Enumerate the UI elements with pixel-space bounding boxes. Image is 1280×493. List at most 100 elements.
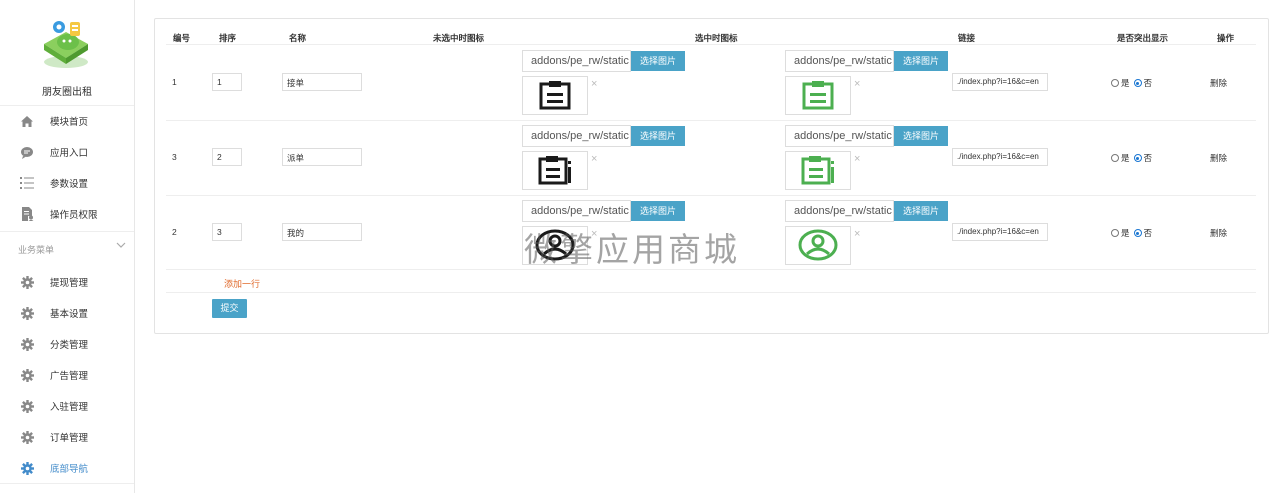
- pick-selected-image-button[interactable]: 选择图片: [894, 201, 948, 221]
- chat-bubble-icon: [20, 145, 34, 159]
- icon-selected-path-input[interactable]: addons/pe_rw/static: [785, 50, 894, 72]
- radio-no-label: 否: [1143, 153, 1153, 163]
- sidebar-menu-item-label: 提现管理: [50, 278, 89, 289]
- app-name: 朋友圈出租: [42, 87, 92, 98]
- radio-yes[interactable]: [1111, 154, 1119, 162]
- remove-selected-image-icon[interactable]: ×: [854, 228, 860, 240]
- highlight-radio-group: 是否: [1111, 77, 1152, 89]
- name-input[interactable]: 派单: [282, 148, 362, 166]
- link-input[interactable]: ./index.php?i=16&c=en: [952, 73, 1048, 91]
- pick-unselected-image-button[interactable]: 选择图片: [631, 51, 685, 71]
- icon-unselected-path-input[interactable]: addons/pe_rw/static: [522, 200, 631, 222]
- delete-row-link[interactable]: 删除: [1210, 152, 1227, 164]
- header-divider: [166, 44, 1256, 45]
- radio-no[interactable]: [1133, 154, 1142, 162]
- sidebar-item-operator-permissions[interactable]: 操作员权限: [0, 200, 134, 228]
- delete-row-link[interactable]: 删除: [1210, 77, 1227, 89]
- sidebar-menu-item-label: 基本设置: [50, 309, 89, 320]
- add-row-link[interactable]: 添加一行: [224, 277, 260, 290]
- sidebar-item-app-entry[interactable]: 应用入口: [0, 138, 134, 166]
- sidebar-menu-item[interactable]: 广告管理: [0, 361, 134, 389]
- header-action: 操作: [1217, 33, 1235, 43]
- sidebar-item-module-home[interactable]: 模块首页: [0, 107, 134, 135]
- sidebar-menu-item[interactable]: 提现管理: [0, 268, 134, 296]
- sidebar-menu-item[interactable]: 入驻管理: [0, 392, 134, 420]
- icon-unselected-path-input[interactable]: addons/pe_rw/static: [522, 125, 631, 147]
- gear-icon: [20, 461, 34, 475]
- sidebar-divider: [0, 483, 134, 484]
- user-circle-icon: [798, 229, 838, 263]
- icon-selected-preview: [785, 76, 851, 115]
- header-icon-unselected: 未选中时图标: [433, 33, 485, 43]
- sort-input[interactable]: 3: [212, 223, 242, 241]
- sidebar-divider: [0, 105, 134, 106]
- sidebar-menu-item-label: 入驻管理: [50, 402, 89, 413]
- radio-no[interactable]: [1133, 229, 1142, 237]
- sidebar-menu-item[interactable]: 底部导航: [0, 454, 134, 482]
- sidebar: 朋友圈出租 模块首页 应用入口 参数设置 操作员权限 业务菜单 提现管理基本设置…: [0, 0, 135, 493]
- sidebar-section-title: 业务菜单: [18, 245, 55, 255]
- chevron-down-icon[interactable]: [116, 241, 126, 251]
- gear-icon: [20, 337, 34, 351]
- sidebar-menu-item[interactable]: 订单管理: [0, 423, 134, 451]
- name-input[interactable]: 我的: [282, 223, 362, 241]
- remove-selected-image-icon[interactable]: ×: [854, 78, 860, 90]
- icon-unselected-path-input[interactable]: addons/pe_rw/static: [522, 50, 631, 72]
- header-name: 名称: [289, 33, 307, 43]
- link-input[interactable]: ./index.php?i=16&c=en: [952, 148, 1048, 166]
- pick-unselected-image-button[interactable]: 选择图片: [631, 126, 685, 146]
- radio-yes-label: 是: [1121, 78, 1130, 88]
- gear-icon: [20, 368, 34, 382]
- sidebar-menu-item-label: 订单管理: [50, 433, 89, 444]
- header-icon-selected: 选中时图标: [695, 33, 738, 43]
- radio-yes-label: 是: [1121, 153, 1130, 163]
- clipboard-info-icon: [535, 155, 575, 187]
- clipboard-info-icon: [798, 155, 838, 187]
- row-id: 1: [172, 77, 177, 87]
- icon-selected-path-input[interactable]: addons/pe_rw/static: [785, 125, 894, 147]
- radio-no-label: 否: [1143, 228, 1153, 238]
- radio-yes[interactable]: [1111, 229, 1119, 237]
- sidebar-divider: [0, 231, 134, 232]
- submit-button[interactable]: 提交: [212, 299, 247, 318]
- sidebar-item-label: 应用入口: [50, 148, 89, 159]
- sidebar-menu-item[interactable]: 基本设置: [0, 299, 134, 327]
- sidebar-item-label: 操作员权限: [50, 210, 98, 221]
- header-id: 编号: [173, 33, 191, 43]
- icon-selected-preview: [785, 151, 851, 190]
- app-logo: [36, 14, 96, 72]
- remove-unselected-image-icon[interactable]: ×: [591, 78, 597, 90]
- radio-no[interactable]: [1133, 79, 1142, 87]
- bottom-nav-editor-panel: 编号 排序 名称 未选中时图标 选中时图标 链接 是否突出显示 操作 1 1 接单 a…: [154, 18, 1269, 334]
- row-divider: [166, 292, 1256, 293]
- name-input[interactable]: 接单: [282, 73, 362, 91]
- icon-unselected-preview: [522, 76, 588, 115]
- gear-icon: [20, 275, 34, 289]
- remove-unselected-image-icon[interactable]: ×: [591, 153, 597, 165]
- sidebar-menu-item-label: 底部导航: [50, 464, 89, 475]
- row-id: 2: [172, 227, 177, 237]
- sort-input[interactable]: 2: [212, 148, 242, 166]
- clipboard-icon: [535, 80, 575, 112]
- remove-selected-image-icon[interactable]: ×: [854, 153, 860, 165]
- delete-row-link[interactable]: 删除: [1210, 227, 1227, 239]
- sidebar-item-parameters[interactable]: 参数设置: [0, 169, 134, 197]
- gear-icon: [20, 430, 34, 444]
- icon-selected-path-input[interactable]: addons/pe_rw/static: [785, 200, 894, 222]
- gear-icon: [20, 306, 34, 320]
- radio-no-label: 否: [1143, 78, 1153, 88]
- radio-yes[interactable]: [1111, 79, 1119, 87]
- highlight-radio-group: 是否: [1111, 227, 1152, 239]
- sidebar-menu-item[interactable]: 分类管理: [0, 330, 134, 358]
- header-sort: 排序: [219, 33, 237, 43]
- pick-selected-image-button[interactable]: 选择图片: [894, 126, 948, 146]
- gear-icon: [20, 399, 34, 413]
- sort-input[interactable]: 1: [212, 73, 242, 91]
- clipboard-icon: [798, 80, 838, 112]
- sidebar-menu-item-label: 分类管理: [50, 340, 89, 351]
- pick-selected-image-button[interactable]: 选择图片: [894, 51, 948, 71]
- pick-unselected-image-button[interactable]: 选择图片: [631, 201, 685, 221]
- highlight-radio-group: 是否: [1111, 152, 1152, 164]
- link-input[interactable]: ./index.php?i=16&c=en: [952, 223, 1048, 241]
- watermark: 微擎应用商城: [524, 231, 740, 268]
